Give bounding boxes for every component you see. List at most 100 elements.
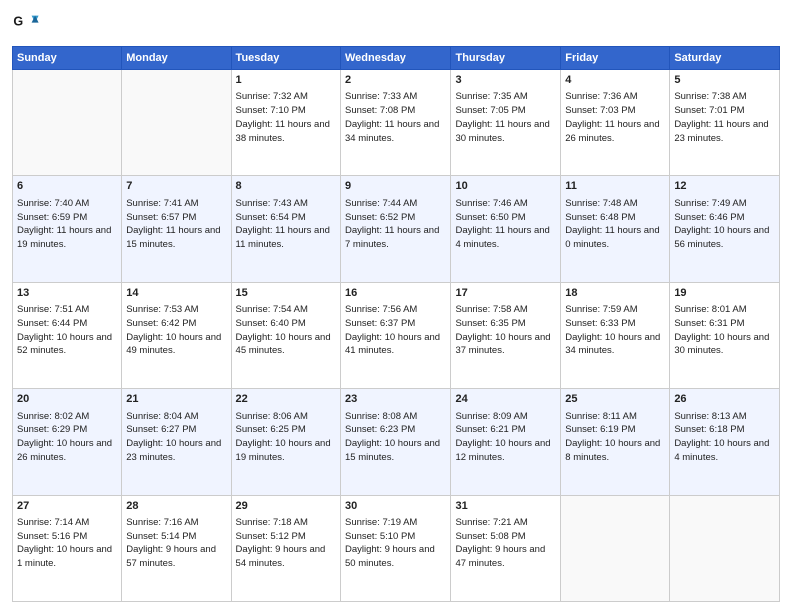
day-number: 26	[674, 392, 775, 407]
day-info: Sunrise: 7:35 AM Sunset: 7:05 PM Dayligh…	[455, 90, 556, 145]
day-info: Sunrise: 7:53 AM Sunset: 6:42 PM Dayligh…	[126, 303, 226, 358]
day-number: 24	[455, 392, 556, 407]
day-number: 3	[455, 73, 556, 88]
calendar-cell: 26 Sunrise: 8:13 AM Sunset: 6:18 PM Dayli…	[670, 389, 780, 495]
calendar-cell: 18 Sunrise: 7:59 AM Sunset: 6:33 PM Dayli…	[561, 282, 670, 388]
column-header-tuesday: Tuesday	[231, 47, 340, 70]
day-info: Sunrise: 8:04 AM Sunset: 6:27 PM Dayligh…	[126, 410, 226, 465]
day-number: 7	[126, 179, 226, 194]
calendar-cell: 14 Sunrise: 7:53 AM Sunset: 6:42 PM Dayli…	[122, 282, 231, 388]
day-number: 6	[17, 179, 117, 194]
column-header-thursday: Thursday	[451, 47, 561, 70]
calendar-cell: 29 Sunrise: 7:18 AM Sunset: 5:12 PM Dayli…	[231, 495, 340, 601]
calendar-cell: 11Sunrise: 7:48 AM Sunset: 6:48 PM Dayli…	[561, 176, 670, 282]
day-info: Sunrise: 8:13 AM Sunset: 6:18 PM Dayligh…	[674, 410, 775, 465]
day-number: 1	[236, 73, 336, 88]
day-info: Sunrise: 8:01 AM Sunset: 6:31 PM Dayligh…	[674, 303, 775, 358]
day-info: Sunrise: 8:09 AM Sunset: 6:21 PM Dayligh…	[455, 410, 556, 465]
calendar-cell: 4 Sunrise: 7:36 AM Sunset: 7:03 PM Daylig…	[561, 70, 670, 176]
week-row-1: 1Sunrise: 7:32 AM Sunset: 7:10 PM Daylig…	[13, 70, 780, 176]
day-number: 23	[345, 392, 446, 407]
day-info: Sunrise: 7:33 AM Sunset: 7:08 PM Dayligh…	[345, 90, 446, 145]
calendar-cell: 22 Sunrise: 8:06 AM Sunset: 6:25 PM Dayli…	[231, 389, 340, 495]
day-info: Sunrise: 7:41 AM Sunset: 6:57 PM Dayligh…	[126, 197, 226, 252]
calendar-cell	[561, 495, 670, 601]
day-info: Sunrise: 8:02 AM Sunset: 6:29 PM Dayligh…	[17, 410, 117, 465]
calendar-cell: 5Sunrise: 7:38 AM Sunset: 7:01 PM Daylig…	[670, 70, 780, 176]
calendar-cell: 12Sunrise: 7:49 AM Sunset: 6:46 PM Dayli…	[670, 176, 780, 282]
calendar-cell: 27Sunrise: 7:14 AM Sunset: 5:16 PM Dayli…	[13, 495, 122, 601]
week-row-2: 6 Sunrise: 7:40 AM Sunset: 6:59 PM Daylig…	[13, 176, 780, 282]
day-number: 17	[455, 286, 556, 301]
calendar-cell	[670, 495, 780, 601]
day-info: Sunrise: 8:08 AM Sunset: 6:23 PM Dayligh…	[345, 410, 446, 465]
day-number: 30	[345, 499, 446, 514]
day-number: 9	[345, 179, 446, 194]
column-header-saturday: Saturday	[670, 47, 780, 70]
column-header-friday: Friday	[561, 47, 670, 70]
day-info: Sunrise: 7:58 AM Sunset: 6:35 PM Dayligh…	[455, 303, 556, 358]
day-number: 27	[17, 499, 117, 514]
calendar-cell: 30 Sunrise: 7:19 AM Sunset: 5:10 PM Dayli…	[341, 495, 451, 601]
day-info: Sunrise: 7:59 AM Sunset: 6:33 PM Dayligh…	[565, 303, 665, 358]
calendar-cell: 17 Sunrise: 7:58 AM Sunset: 6:35 PM Dayli…	[451, 282, 561, 388]
main-container: G SundayMondayTuesdayWednesdayThursdayFr…	[0, 0, 792, 612]
day-number: 14	[126, 286, 226, 301]
calendar-header-row: SundayMondayTuesdayWednesdayThursdayFrid…	[13, 47, 780, 70]
svg-text:G: G	[13, 14, 23, 28]
day-info: Sunrise: 7:21 AM Sunset: 5:08 PM Dayligh…	[455, 516, 556, 571]
day-info: Sunrise: 7:49 AM Sunset: 6:46 PM Dayligh…	[674, 197, 775, 252]
calendar-cell: 6 Sunrise: 7:40 AM Sunset: 6:59 PM Daylig…	[13, 176, 122, 282]
day-number: 28	[126, 499, 226, 514]
day-info: Sunrise: 7:51 AM Sunset: 6:44 PM Dayligh…	[17, 303, 117, 358]
day-number: 8	[236, 179, 336, 194]
week-row-4: 20 Sunrise: 8:02 AM Sunset: 6:29 PM Dayli…	[13, 389, 780, 495]
day-info: Sunrise: 7:54 AM Sunset: 6:40 PM Dayligh…	[236, 303, 336, 358]
day-number: 21	[126, 392, 226, 407]
calendar-cell: 19Sunrise: 8:01 AM Sunset: 6:31 PM Dayli…	[670, 282, 780, 388]
calendar-cell: 2 Sunrise: 7:33 AM Sunset: 7:08 PM Daylig…	[341, 70, 451, 176]
calendar-cell: 9 Sunrise: 7:44 AM Sunset: 6:52 PM Daylig…	[341, 176, 451, 282]
calendar-cell: 31 Sunrise: 7:21 AM Sunset: 5:08 PM Dayli…	[451, 495, 561, 601]
column-header-monday: Monday	[122, 47, 231, 70]
calendar-cell: 25Sunrise: 8:11 AM Sunset: 6:19 PM Dayli…	[561, 389, 670, 495]
day-info: Sunrise: 8:06 AM Sunset: 6:25 PM Dayligh…	[236, 410, 336, 465]
day-number: 4	[565, 73, 665, 88]
calendar-cell: 8 Sunrise: 7:43 AM Sunset: 6:54 PM Daylig…	[231, 176, 340, 282]
header: G	[12, 10, 780, 38]
day-number: 2	[345, 73, 446, 88]
calendar-cell: 10Sunrise: 7:46 AM Sunset: 6:50 PM Dayli…	[451, 176, 561, 282]
day-number: 31	[455, 499, 556, 514]
calendar-cell: 21 Sunrise: 8:04 AM Sunset: 6:27 PM Dayli…	[122, 389, 231, 495]
calendar-cell: 24 Sunrise: 8:09 AM Sunset: 6:21 PM Dayli…	[451, 389, 561, 495]
day-info: Sunrise: 7:44 AM Sunset: 6:52 PM Dayligh…	[345, 197, 446, 252]
day-number: 18	[565, 286, 665, 301]
calendar-cell: 28Sunrise: 7:16 AM Sunset: 5:14 PM Dayli…	[122, 495, 231, 601]
column-header-wednesday: Wednesday	[341, 47, 451, 70]
day-info: Sunrise: 7:43 AM Sunset: 6:54 PM Dayligh…	[236, 197, 336, 252]
day-info: Sunrise: 7:36 AM Sunset: 7:03 PM Dayligh…	[565, 90, 665, 145]
day-info: Sunrise: 7:48 AM Sunset: 6:48 PM Dayligh…	[565, 197, 665, 252]
day-info: Sunrise: 7:18 AM Sunset: 5:12 PM Dayligh…	[236, 516, 336, 571]
day-info: Sunrise: 7:38 AM Sunset: 7:01 PM Dayligh…	[674, 90, 775, 145]
day-number: 13	[17, 286, 117, 301]
day-info: Sunrise: 7:19 AM Sunset: 5:10 PM Dayligh…	[345, 516, 446, 571]
logo: G	[12, 10, 44, 38]
calendar-cell: 23 Sunrise: 8:08 AM Sunset: 6:23 PM Dayli…	[341, 389, 451, 495]
day-number: 20	[17, 392, 117, 407]
calendar-cell: 3 Sunrise: 7:35 AM Sunset: 7:05 PM Daylig…	[451, 70, 561, 176]
calendar-cell: 7 Sunrise: 7:41 AM Sunset: 6:57 PM Daylig…	[122, 176, 231, 282]
week-row-5: 27Sunrise: 7:14 AM Sunset: 5:16 PM Dayli…	[13, 495, 780, 601]
calendar: SundayMondayTuesdayWednesdayThursdayFrid…	[12, 46, 780, 602]
calendar-cell: 1Sunrise: 7:32 AM Sunset: 7:10 PM Daylig…	[231, 70, 340, 176]
day-number: 29	[236, 499, 336, 514]
week-row-3: 13 Sunrise: 7:51 AM Sunset: 6:44 PM Dayli…	[13, 282, 780, 388]
day-number: 22	[236, 392, 336, 407]
calendar-cell: 13 Sunrise: 7:51 AM Sunset: 6:44 PM Dayli…	[13, 282, 122, 388]
calendar-cell: 16Sunrise: 7:56 AM Sunset: 6:37 PM Dayli…	[341, 282, 451, 388]
day-info: Sunrise: 7:40 AM Sunset: 6:59 PM Dayligh…	[17, 197, 117, 252]
calendar-cell: 20 Sunrise: 8:02 AM Sunset: 6:29 PM Dayli…	[13, 389, 122, 495]
calendar-cell	[122, 70, 231, 176]
calendar-cell	[13, 70, 122, 176]
day-number: 10	[455, 179, 556, 194]
